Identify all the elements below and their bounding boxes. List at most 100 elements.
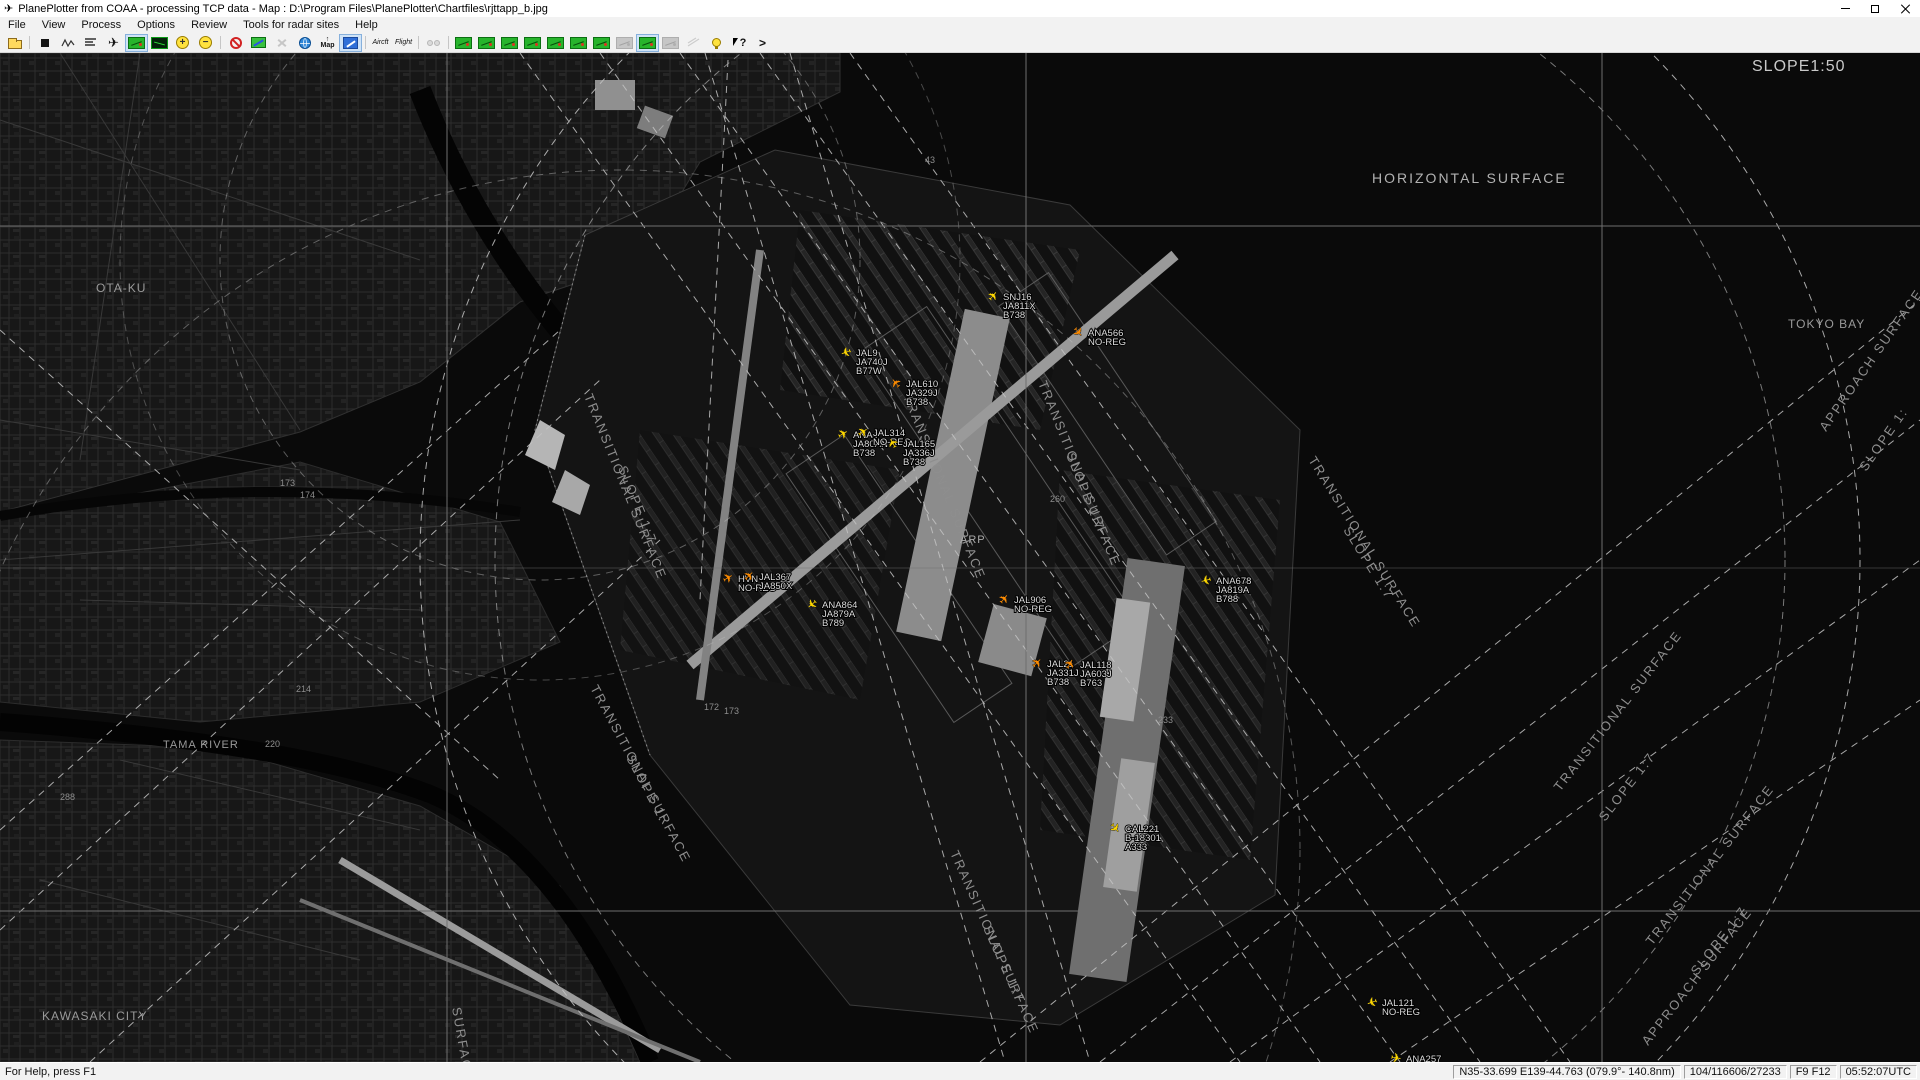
blue-pencil-icon <box>343 37 358 49</box>
chart-icon <box>593 37 610 49</box>
aircraft-label-line: B77W <box>856 366 882 377</box>
stop-button[interactable] <box>33 34 56 52</box>
binoculars-button <box>422 34 445 52</box>
chart-label: TOKYO BAY <box>1788 317 1865 331</box>
chart-icon <box>128 37 145 49</box>
dark-chart-icon <box>151 37 168 49</box>
zoom-out-icon: − <box>199 36 212 49</box>
chart-icon <box>478 37 495 49</box>
approach-chart-map[interactable]: 43173174214220288260233172173 SLOPE1:50H… <box>0 53 1920 1062</box>
chart-label: KAWASAKI CITY <box>42 1009 147 1023</box>
maximize-button[interactable] <box>1860 0 1890 17</box>
chart-2-button[interactable] <box>475 34 498 52</box>
aircft-label: Aircft <box>373 39 389 47</box>
spot-height: 233 <box>1158 715 1173 725</box>
chart-icon <box>455 37 472 49</box>
chart-icon <box>639 37 656 49</box>
toolbar-separator <box>448 36 449 49</box>
aircraft-label-line: B763 <box>1080 678 1102 689</box>
chart-7-button[interactable] <box>590 34 613 52</box>
spot-height: 173 <box>280 478 295 488</box>
chart-10-button <box>659 34 682 52</box>
lightbulb-icon <box>712 38 721 47</box>
chart-label: SLOPE1:50 <box>1752 58 1846 75</box>
edit-chart-button[interactable] <box>247 34 270 52</box>
chart-9-button[interactable] <box>636 34 659 52</box>
chart-4-button[interactable] <box>521 34 544 52</box>
context-help-button[interactable]: ? <box>728 34 751 52</box>
globe-button[interactable] <box>293 34 316 52</box>
open-file-button[interactable] <box>3 34 26 52</box>
menu-tools-for-radar-sites[interactable]: Tools for radar sites <box>235 17 347 33</box>
status-function-keys: F9 F12 <box>1790 1065 1837 1079</box>
aircraft-label-line: NO-REG <box>1088 337 1126 348</box>
aircraft-label-line: B788 <box>1216 594 1238 605</box>
menu-help[interactable]: Help <box>347 17 386 33</box>
more-buttons-button[interactable]: > <box>751 34 774 52</box>
aircraft-icon: ✈ <box>1389 1050 1402 1062</box>
binoculars-icon <box>427 40 440 46</box>
help-pointer-icon: ? <box>733 37 747 49</box>
aircraft-label-line: B738 <box>906 397 928 408</box>
status-utc-clock: 05:52:07UTC <box>1840 1065 1917 1079</box>
status-bar: For Help, press F1 N35-33.699 E139-44.76… <box>0 1062 1920 1080</box>
spot-height: 173 <box>724 706 739 716</box>
tools-icon <box>276 38 288 48</box>
menu-view[interactable]: View <box>34 17 74 33</box>
chart-view-button[interactable] <box>125 34 148 52</box>
aircraft-list-button[interactable]: Aircft <box>369 34 392 52</box>
menu-process[interactable]: Process <box>73 17 129 33</box>
zoom-in-icon: + <box>176 36 189 49</box>
spot-height: 214 <box>296 684 311 694</box>
zoom-out-button[interactable]: − <box>194 34 217 52</box>
minimize-icon <box>1841 8 1850 9</box>
zoom-in-button[interactable]: + <box>171 34 194 52</box>
menu-review[interactable]: Review <box>183 17 235 33</box>
status-message-counters: 104/116606/27233 <box>1684 1065 1787 1079</box>
aircraft-label-line: NO-REG <box>1014 604 1052 615</box>
toolbar-separator <box>220 36 221 49</box>
close-button[interactable] <box>1890 0 1920 17</box>
chart-icon <box>662 37 679 49</box>
spot-height: 174 <box>300 490 315 500</box>
menu-options[interactable]: Options <box>129 17 183 33</box>
toolbar-separator <box>29 36 30 49</box>
chart-icon <box>616 37 633 49</box>
no-entry-icon <box>230 37 242 49</box>
window-title: PlanePlotter from COAA - processing TCP … <box>18 3 1830 15</box>
chart-icon <box>570 37 587 49</box>
chart-5-button[interactable] <box>544 34 567 52</box>
chart-3-button[interactable] <box>498 34 521 52</box>
chart-8-button <box>613 34 636 52</box>
map-up-icon: ↑ Map <box>321 37 335 49</box>
aircraft-view-button[interactable]: ✈ <box>102 34 125 52</box>
draw-icon <box>687 37 701 48</box>
flight-list-button[interactable]: Flight <box>392 34 415 52</box>
aircraft-label-line: B789 <box>822 618 844 629</box>
spot-height: 260 <box>1050 494 1065 504</box>
no-entry-button[interactable] <box>224 34 247 52</box>
tip-button[interactable] <box>705 34 728 52</box>
message-log-button[interactable] <box>79 34 102 52</box>
aircraft-label-line: NO-REG <box>1382 1007 1420 1018</box>
map-up-button[interactable]: ↑ Map <box>316 34 339 52</box>
globe-icon <box>299 37 311 49</box>
chart-6-button[interactable] <box>567 34 590 52</box>
menu-file[interactable]: File <box>0 17 34 33</box>
flight-label: Flight <box>395 39 412 47</box>
chevron-right-icon: > <box>759 36 766 50</box>
open-folder-icon <box>8 40 22 49</box>
toolbar-separator <box>418 36 419 49</box>
toolbar: ✈ + − ↑ Map Aircft Flight ? > <box>0 33 1920 53</box>
aircraft-label-line: B738 <box>1003 310 1025 321</box>
chart-icon <box>501 37 518 49</box>
chart-label: HORIZONTAL SURFACE <box>1372 170 1567 186</box>
edit-mode-button[interactable] <box>339 34 362 52</box>
dark-chart-button[interactable] <box>148 34 171 52</box>
chart-1-button[interactable] <box>452 34 475 52</box>
aircraft-icon: ✈ <box>108 36 119 49</box>
status-help-text: For Help, press F1 <box>0 1066 1453 1078</box>
tools-button <box>270 34 293 52</box>
minimize-button[interactable] <box>1830 0 1860 17</box>
signal-button[interactable] <box>56 34 79 52</box>
